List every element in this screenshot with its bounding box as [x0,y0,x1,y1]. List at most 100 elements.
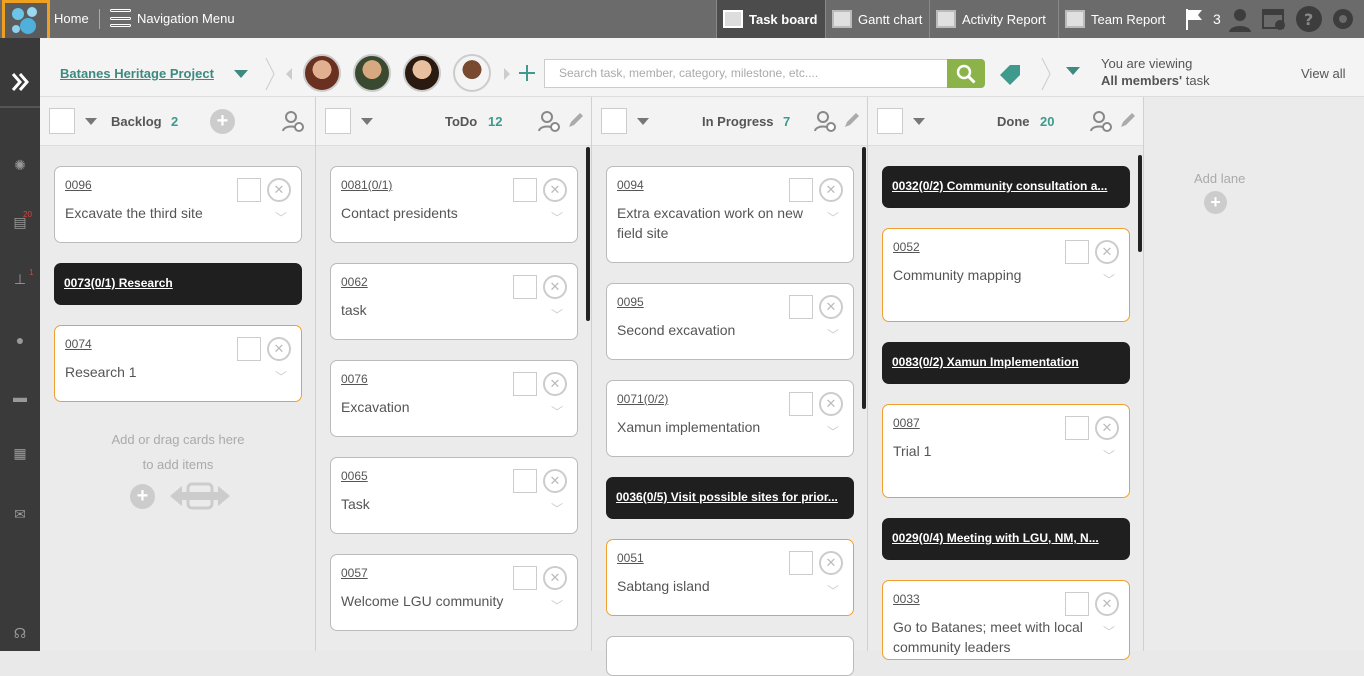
member-avatar[interactable] [453,54,491,92]
tab-activity-report[interactable]: Activity Report [929,0,1058,38]
task-id-link[interactable]: 0057 [341,566,368,580]
chat-icon[interactable]: ▬ [11,389,29,405]
task-checkbox[interactable] [789,295,813,319]
viewing-dropdown-icon[interactable] [1066,67,1080,75]
close-icon[interactable]: ✕ [267,337,291,361]
lane-select-checkbox[interactable] [325,108,351,134]
calendar-icon[interactable]: ▦ [11,445,29,461]
task-id-link[interactable]: 0081(0/1) [341,178,392,192]
parent-task-card[interactable]: 0083(0/2) Xamun Implementation [882,342,1130,384]
close-icon[interactable]: ✕ [543,372,567,396]
chevron-down-icon[interactable]: ﹀ [827,209,839,226]
task-checkbox[interactable] [513,372,537,396]
lane-dropdown-icon[interactable] [361,118,373,125]
search-input[interactable]: Search task, member, category, milestone… [544,59,948,88]
member-avatar[interactable] [353,54,391,92]
chevron-down-icon[interactable]: ﹀ [827,423,839,440]
stamp-icon[interactable]: ⊥ [11,271,29,287]
task-id-link[interactable]: 0062 [341,275,368,289]
task-card[interactable]: 0096 Excavate the third site ✕ ﹀ [54,166,302,243]
close-icon[interactable]: ✕ [543,275,567,299]
view-all-link[interactable]: View all [1301,66,1346,81]
chevron-down-icon[interactable]: ﹀ [551,500,563,517]
voice-user-icon[interactable]: ☊ [11,625,29,641]
task-checkbox[interactable] [1065,416,1089,440]
task-checkbox[interactable] [789,551,813,575]
add-item-button[interactable]: + [130,484,155,509]
task-id-link[interactable]: 0033 [893,592,920,606]
search-button[interactable] [947,59,985,88]
add-card-button[interactable]: + [210,109,235,134]
task-card[interactable]: 0094 Extra excavation work on new field … [606,166,854,263]
task-checkbox[interactable] [1065,592,1089,616]
notifications-flag[interactable]: 3 [1184,7,1221,31]
task-card[interactable]: 0051 Sabtang island ✕ ﹀ [606,539,854,616]
task-card[interactable] [606,636,854,676]
chevron-down-icon[interactable]: ﹀ [1103,623,1115,640]
task-id-link[interactable]: 0076 [341,372,368,386]
close-icon[interactable]: ✕ [267,178,291,202]
close-icon[interactable]: ✕ [543,469,567,493]
edit-pencil-icon[interactable] [1119,111,1137,129]
task-card[interactable]: 0095 Second excavation ✕ ﹀ [606,283,854,360]
task-id-link[interactable]: 0087 [893,416,920,430]
task-card[interactable]: 0087 Trial 1 ✕ ﹀ [882,404,1130,498]
app-logo-icon[interactable] [2,0,50,42]
edit-pencil-icon[interactable] [567,111,585,129]
chevron-down-icon[interactable]: ﹀ [551,306,563,323]
close-icon[interactable]: ✕ [819,551,843,575]
add-member-icon[interactable] [518,64,536,82]
add-lane-button[interactable]: + [1204,191,1227,214]
task-id-link[interactable]: 0052 [893,240,920,254]
lane-select-checkbox[interactable] [49,108,75,134]
edit-pencil-icon[interactable] [843,111,861,129]
close-icon[interactable]: ✕ [819,392,843,416]
assign-member-icon[interactable] [1089,109,1113,133]
chevron-down-icon[interactable]: ﹀ [551,209,563,226]
task-checkbox[interactable] [789,392,813,416]
task-card[interactable]: 0076 Excavation ✕ ﹀ [330,360,578,437]
mail-icon[interactable]: ✉ [11,506,29,522]
task-checkbox[interactable] [1065,240,1089,264]
assign-member-icon[interactable] [281,109,305,133]
task-id-link[interactable]: 0051 [617,551,644,565]
calendar-settings-icon[interactable] [1261,6,1287,32]
tag-icon[interactable] [998,63,1022,85]
task-checkbox[interactable] [513,469,537,493]
tab-team-report[interactable]: Team Report [1058,0,1180,38]
tab-task-board[interactable]: Task board [716,0,825,38]
help-icon[interactable]: ? [1296,6,1322,32]
lane-dropdown-icon[interactable] [637,118,649,125]
close-icon[interactable]: ✕ [1095,240,1119,264]
task-id-link[interactable]: 0065 [341,469,368,483]
parent-task-card[interactable]: 0073(0/1) Research [54,263,302,305]
expand-sidebar-button[interactable] [0,58,40,108]
chevron-down-icon[interactable]: ﹀ [275,368,287,385]
tab-gantt-chart[interactable]: Gantt chart [825,0,929,38]
close-icon[interactable]: ✕ [819,178,843,202]
project-dropdown-icon[interactable] [234,70,248,78]
gear-icon[interactable] [1330,6,1356,32]
close-icon[interactable]: ✕ [543,178,567,202]
task-card[interactable]: 0033 Go to Batanes; meet with local comm… [882,580,1130,660]
chevron-down-icon[interactable]: ﹀ [275,209,287,226]
close-icon[interactable]: ✕ [819,295,843,319]
network-icon[interactable]: ✺ [11,157,29,173]
home-link[interactable]: Home [54,11,89,26]
chevron-down-icon[interactable]: ﹀ [551,597,563,614]
task-id-link[interactable]: 0096 [65,178,92,192]
task-card[interactable]: 0062 task ✕ ﹀ [330,263,578,340]
close-icon[interactable]: ✕ [1095,592,1119,616]
lane-dropdown-icon[interactable] [913,118,925,125]
task-id-link[interactable]: 0074 [65,337,92,351]
close-icon[interactable]: ✕ [543,566,567,590]
chevron-down-icon[interactable]: ﹀ [1103,271,1115,288]
lane-dropdown-icon[interactable] [85,118,97,125]
members-next-icon[interactable] [502,67,512,81]
task-card[interactable]: 0074 Research 1 ✕ ﹀ [54,325,302,402]
project-name-link[interactable]: Batanes Heritage Project [60,66,214,81]
person-icon[interactable]: ● [11,332,29,348]
task-checkbox[interactable] [789,178,813,202]
task-card[interactable]: 0065 Task ✕ ﹀ [330,457,578,534]
assign-member-icon[interactable] [537,109,561,133]
